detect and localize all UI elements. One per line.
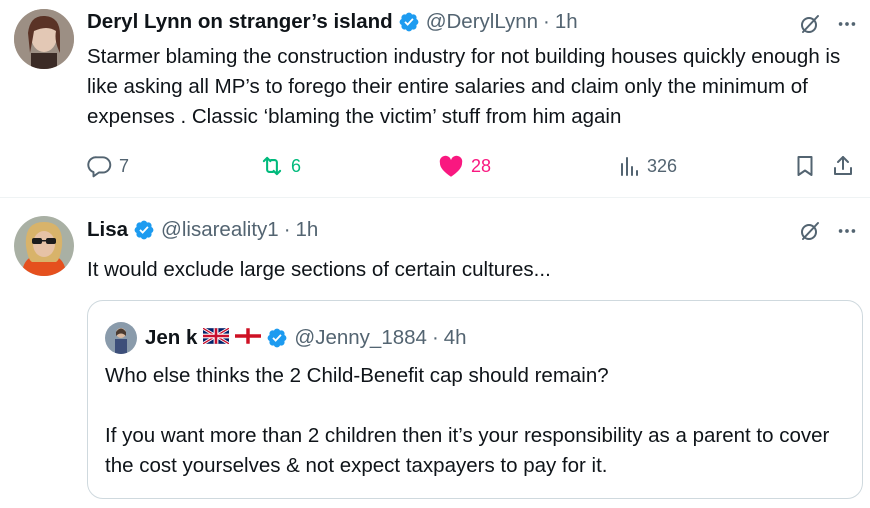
- heart-icon: [437, 152, 465, 180]
- reply-button[interactable]: 7: [87, 152, 129, 180]
- uk-flag-icon: [202, 326, 231, 350]
- author-name[interactable]: Deryl Lynn on stranger’s island: [87, 10, 393, 34]
- separator-dot: ·: [431, 326, 439, 349]
- separator-dot: ·: [543, 10, 550, 33]
- share-button[interactable]: [831, 152, 855, 180]
- author-name[interactable]: Lisa: [87, 218, 128, 242]
- verified-badge-icon: [266, 327, 288, 349]
- reply-icon: [87, 153, 113, 179]
- share-icon: [831, 153, 855, 179]
- author-handle[interactable]: @lisareality1: [161, 218, 279, 242]
- post-top-actions: [798, 219, 858, 243]
- verified-badge-icon: [133, 219, 155, 241]
- post-time[interactable]: 1h: [555, 10, 578, 34]
- quoted-post[interactable]: Jen k @Jenny_1884 · 4h Who else thinks t…: [87, 300, 863, 499]
- quote-text: Who else thinks the 2 Child-Benefit cap …: [105, 361, 845, 481]
- quote-paragraph: If you want more than 2 children then it…: [105, 424, 830, 477]
- separator-dot: ·: [283, 218, 291, 241]
- quote-author-name[interactable]: Jen k: [145, 326, 197, 350]
- quote-avatar[interactable]: [105, 322, 137, 354]
- post-time[interactable]: 1h: [296, 218, 319, 242]
- views-icon: [617, 154, 641, 178]
- author-handle[interactable]: @DerylLynn: [426, 10, 538, 34]
- views-count: 326: [647, 155, 678, 176]
- verified-badge-icon: [398, 11, 420, 33]
- post-top-actions: [798, 12, 858, 36]
- post-lisa[interactable]: Lisa @lisareality1 · 1h It would exclude…: [0, 199, 870, 508]
- post-header: Deryl Lynn on stranger’s island @DerylLy…: [87, 10, 578, 34]
- views-button[interactable]: 326: [617, 152, 677, 180]
- post-text: It would exclude large sections of certa…: [87, 258, 551, 281]
- bookmark-button[interactable]: [793, 152, 817, 180]
- grok-icon[interactable]: [798, 219, 822, 243]
- quote-header: Jen k @Jenny_1884 · 4h: [105, 322, 467, 354]
- post-header: Lisa @lisareality1 · 1h: [87, 218, 318, 242]
- quote-paragraph: Who else thinks the 2 Child-Benefit cap …: [105, 364, 609, 387]
- bookmark-icon: [793, 153, 817, 179]
- like-button[interactable]: 28: [437, 152, 491, 180]
- reply-count: 7: [119, 155, 130, 176]
- action-bar: 7 6 28 326: [87, 152, 862, 180]
- quote-time[interactable]: 4h: [444, 326, 467, 350]
- post-text: Starmer blaming the construction industr…: [87, 45, 841, 128]
- avatar[interactable]: [14, 9, 74, 69]
- repost-button[interactable]: 6: [259, 152, 301, 180]
- quote-author-handle[interactable]: @Jenny_1884: [294, 326, 427, 350]
- england-flag-icon: [235, 326, 262, 350]
- repost-count: 6: [291, 155, 302, 176]
- more-icon[interactable]: [836, 220, 858, 242]
- repost-icon: [259, 153, 285, 179]
- like-count: 28: [471, 155, 492, 176]
- grok-icon[interactable]: [798, 12, 822, 36]
- more-icon[interactable]: [836, 13, 858, 35]
- post-deryl[interactable]: Deryl Lynn on stranger’s island @DerylLy…: [0, 0, 870, 198]
- avatar[interactable]: [14, 216, 74, 276]
